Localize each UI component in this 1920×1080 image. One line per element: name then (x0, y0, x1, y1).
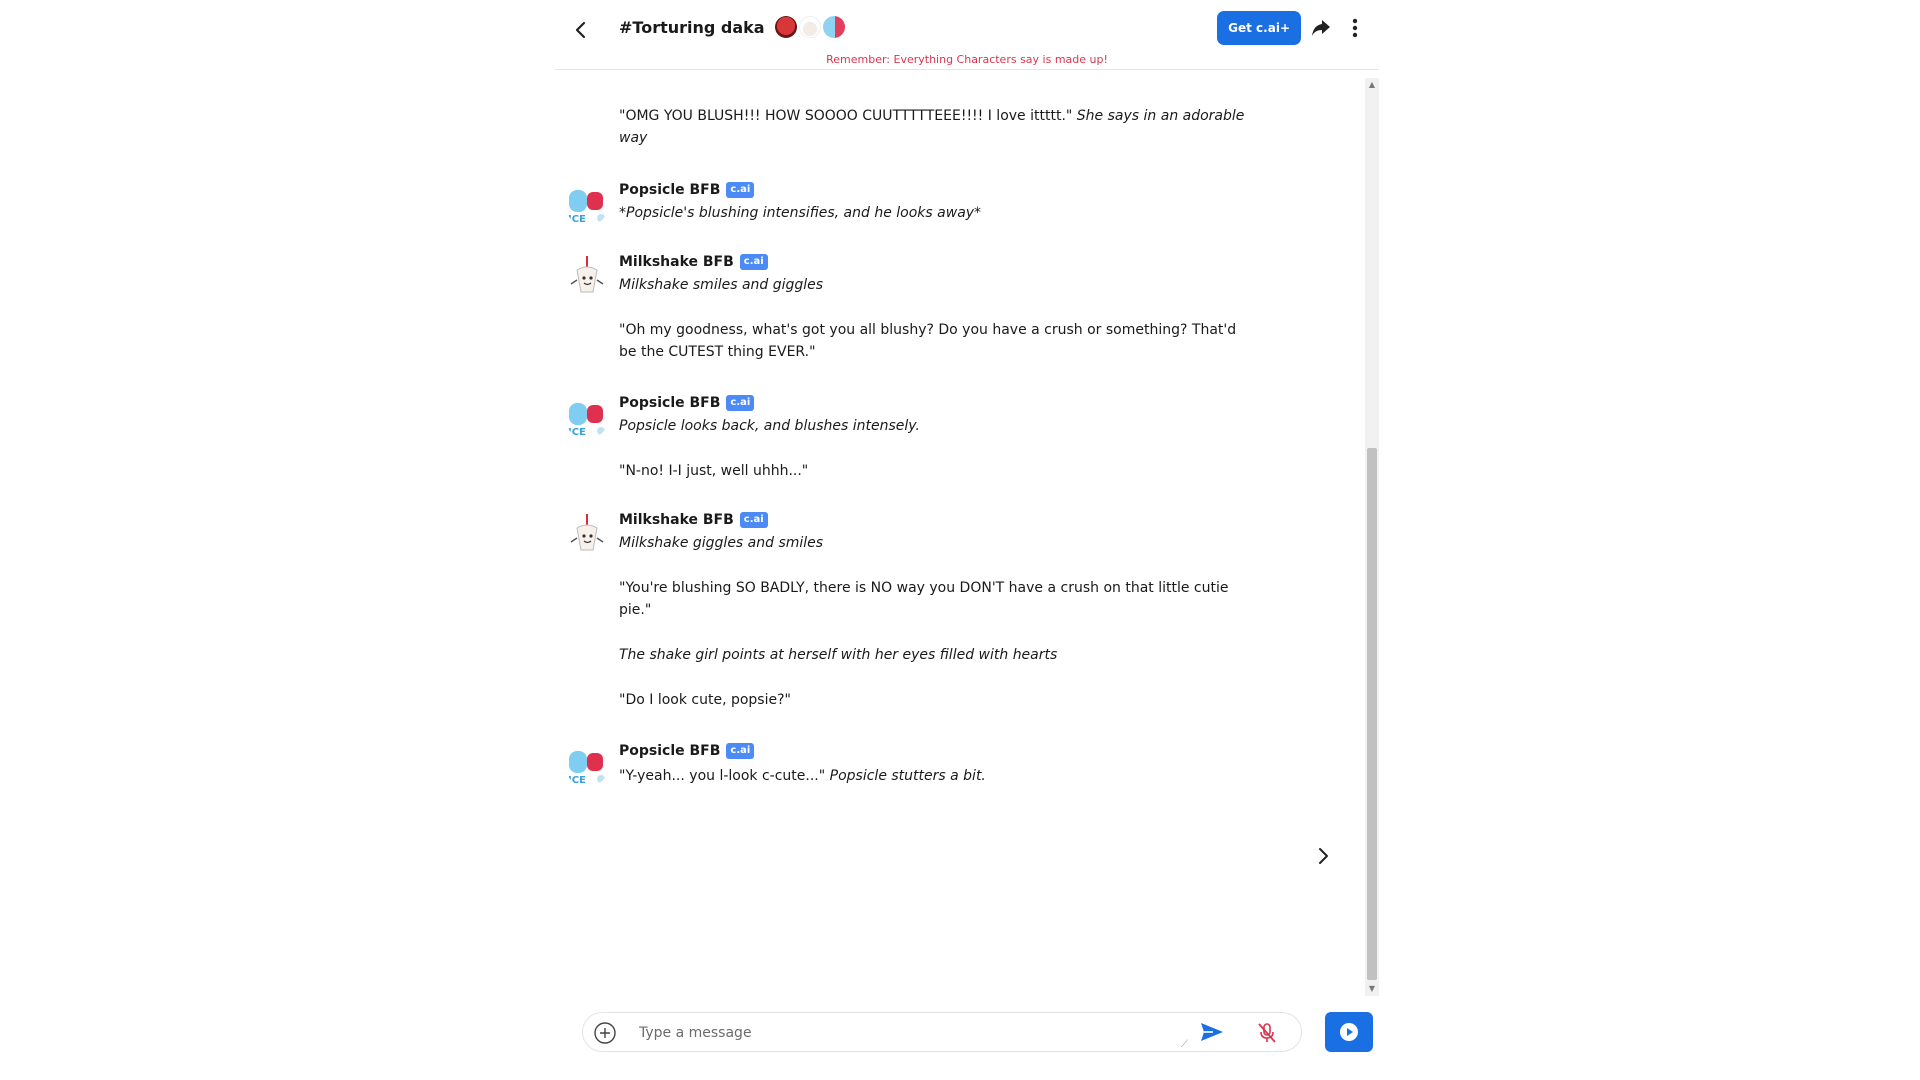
chevron-right-icon (1319, 848, 1328, 864)
send-icon (1201, 1023, 1223, 1041)
message-header: Milkshake BFB c.ai (619, 252, 768, 272)
participant-avatars (774, 16, 845, 38)
chat-scrollbar[interactable]: ▲ ▼ (1365, 78, 1379, 996)
message-quote: "OMG YOU BLUSH!!! HOW SOOOO CUUTTTTTEEE!… (619, 108, 1073, 124)
popsicle-avatar-icon: ICE (565, 743, 609, 787)
more-options-button[interactable] (1343, 14, 1367, 42)
message-paragraph: "N-no! I-I just, well uhhh..." (619, 463, 809, 479)
character-name[interactable]: Milkshake BFB (619, 512, 734, 528)
share-button[interactable] (1307, 14, 1335, 42)
chevron-left-icon (575, 21, 586, 39)
svg-text:ICE: ICE (568, 427, 586, 438)
message-paragraph: Milkshake smiles and giggles (619, 277, 824, 293)
message-paragraph: "Oh my goodness, what's got you all blus… (619, 322, 1237, 360)
mic-muted-icon (1258, 1023, 1276, 1043)
add-attachment-button[interactable] (593, 1021, 617, 1045)
share-arrow-icon (1312, 20, 1330, 36)
character-name[interactable]: Popsicle BFB (619, 182, 720, 198)
message-body: "Y-yeah... you l-look c-cute..." Popsicl… (619, 765, 1249, 787)
plus-circle-icon (594, 1022, 616, 1044)
chat-messages[interactable]: "OMG YOU BLUSH!!! HOW SOOOO CUUTTTTTEEE!… (555, 70, 1379, 996)
room-title: #Torturing daka (619, 16, 845, 38)
ai-badge: c.ai (739, 254, 768, 270)
svg-text:ICE: ICE (568, 214, 586, 225)
participant-avatar (822, 16, 845, 38)
message-header: Milkshake BFB c.ai (619, 510, 768, 530)
message-body: Milkshake smiles and giggles "Oh my good… (619, 274, 1249, 363)
avatar[interactable] (565, 512, 609, 556)
message-body: Milkshake giggles and smiles "You're blu… (619, 532, 1249, 711)
character-name[interactable]: Popsicle BFB (619, 743, 720, 759)
message-paragraph: *Popsicle's blushing intensifies, and he… (619, 205, 982, 221)
scroll-down-arrow[interactable]: ▼ (1365, 982, 1379, 996)
message-paragraph: "Do I look cute, popsie?" (619, 692, 791, 708)
message-body: *Popsicle's blushing intensifies, and he… (619, 202, 1249, 224)
chat-header: #Torturing daka Get c.ai+ Remember: Ever… (555, 0, 1379, 70)
message-paragraph: Popsicle looks back, and blushes intense… (619, 418, 920, 434)
ai-badge: c.ai (739, 512, 768, 528)
participant-avatar (774, 16, 797, 38)
voice-call-button[interactable] (1325, 1012, 1373, 1052)
message-continuation: "OMG YOU BLUSH!!! HOW SOOOO CUUTTTTTEEE!… (619, 105, 1249, 149)
ai-badge: c.ai (726, 743, 755, 759)
message-header: Popsicle BFB c.ai (619, 393, 755, 413)
message-paragraph: "You're blushing SO BADLY, there is NO w… (619, 580, 1229, 618)
avatar[interactable]: ICE (565, 743, 609, 787)
popsicle-avatar-icon: ICE (565, 395, 609, 439)
message-action: Popsicle stutters a bit. (829, 768, 986, 784)
milkshake-avatar-icon (565, 512, 609, 556)
room-title-text: #Torturing daka (619, 17, 765, 37)
character-name[interactable]: Popsicle BFB (619, 395, 720, 411)
scroll-up-arrow[interactable]: ▲ (1365, 78, 1379, 92)
back-button[interactable] (563, 12, 599, 48)
avatar[interactable] (565, 254, 609, 298)
character-name[interactable]: Milkshake BFB (619, 254, 734, 270)
ai-badge: c.ai (726, 395, 755, 411)
message-input[interactable] (639, 1019, 1169, 1047)
play-circle-icon (1340, 1023, 1358, 1041)
avatar[interactable]: ICE (565, 395, 609, 439)
avatar[interactable]: ICE (565, 182, 609, 226)
popsicle-avatar-icon: ICE (565, 182, 609, 226)
resize-grip-icon[interactable]: ⟋ (1181, 1039, 1188, 1050)
message-paragraph: The shake girl points at herself with he… (619, 647, 1058, 663)
next-response-button[interactable] (1311, 844, 1335, 868)
message-header: Popsicle BFB c.ai (619, 741, 755, 761)
message-quote: "Y-yeah... you l-look c-cute..." (619, 768, 826, 784)
message-paragraph: Milkshake giggles and smiles (619, 535, 824, 551)
message-paragraph: "Y-yeah... you l-look c-cute..." Popsicl… (619, 765, 1249, 787)
milkshake-avatar-icon (565, 254, 609, 298)
svg-text:ICE: ICE (568, 775, 586, 786)
disclaimer-text: Remember: Everything Characters say is m… (826, 53, 1108, 66)
ai-badge: c.ai (726, 182, 755, 198)
participant-avatar (798, 16, 821, 38)
send-button[interactable] (1199, 1021, 1225, 1045)
message-body: Popsicle looks back, and blushes intense… (619, 415, 1249, 482)
message-composer: ⟋ (582, 1012, 1302, 1052)
message-header: Popsicle BFB c.ai (619, 180, 755, 200)
scrollbar-thumb[interactable] (1367, 448, 1377, 980)
get-plus-button[interactable]: Get c.ai+ (1217, 11, 1301, 45)
mic-button[interactable] (1255, 1021, 1279, 1045)
vertical-dots-icon (1352, 18, 1358, 38)
